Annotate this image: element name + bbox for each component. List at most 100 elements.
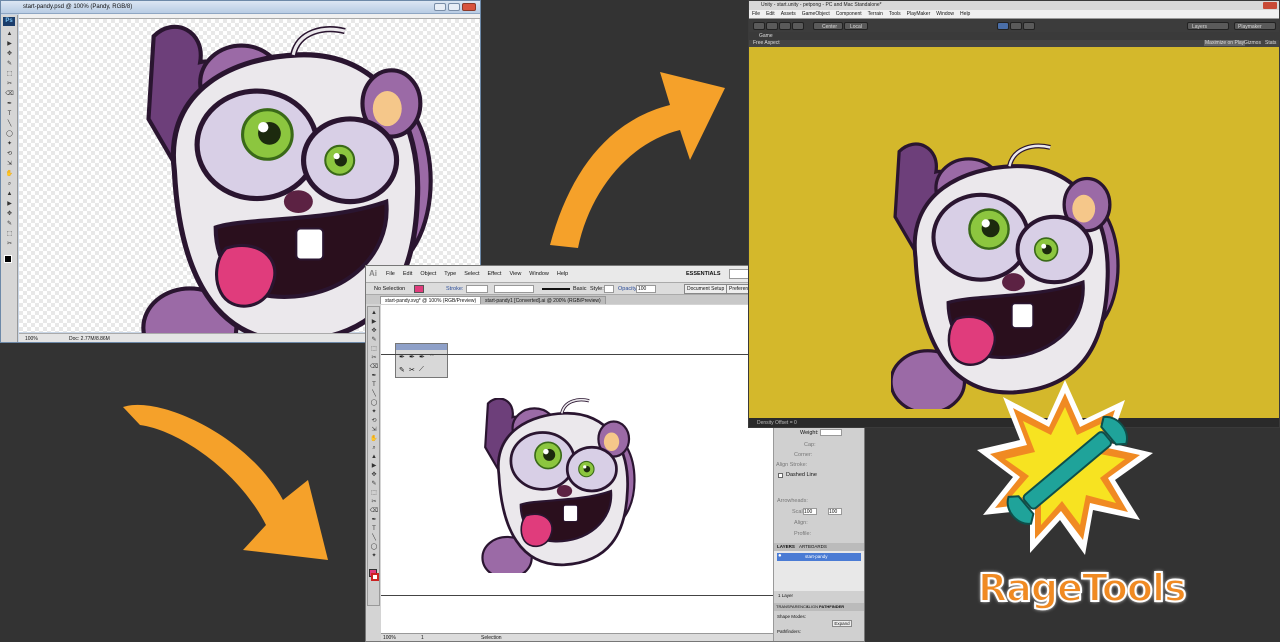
- game-viewport[interactable]: [749, 47, 1279, 418]
- expand-button[interactable]: Expand: [832, 620, 852, 627]
- toolbox-tool-icon[interactable]: ╲: [3, 119, 16, 129]
- toolbox-tool-icon[interactable]: ✥: [369, 471, 379, 480]
- toolbox-tool-icon[interactable]: ▲: [3, 189, 16, 199]
- toolbox-tool-icon[interactable]: T: [369, 525, 379, 534]
- menu-assets[interactable]: Assets: [781, 11, 796, 17]
- menu-component[interactable]: Component: [836, 11, 862, 17]
- toolbox-tool-icon[interactable]: ✦: [369, 408, 379, 417]
- toolbox-tool-icon[interactable]: ⇲: [3, 159, 16, 169]
- aspect-dropdown[interactable]: Free Aspect: [753, 40, 780, 46]
- scale-tool-button[interactable]: [792, 22, 804, 30]
- maximize-button[interactable]: [448, 3, 460, 11]
- tab-layers[interactable]: LAYERS: [777, 544, 795, 549]
- toolbox-tool-icon[interactable]: ✒: [3, 99, 16, 109]
- toolbox-tool-icon[interactable]: T: [369, 381, 379, 390]
- toolbox-tool-icon[interactable]: ⇲: [369, 426, 379, 435]
- tab-start-pandy1-ai[interactable]: start-pandy1 [Converted].ai @ 200% (RGB/…: [480, 296, 606, 304]
- tab-artboards[interactable]: ARTBOARDS: [799, 544, 827, 549]
- stats-toggle[interactable]: Stats: [1265, 40, 1276, 46]
- maximize-on-play-toggle[interactable]: Maximize on Play: [1204, 40, 1246, 46]
- toolbox-tool-icon[interactable]: ⟲: [3, 149, 16, 159]
- layers-dropdown[interactable]: Layers: [1187, 22, 1229, 30]
- toolbox-tool-icon[interactable]: ✎: [369, 480, 379, 489]
- toolbox-tool-icon[interactable]: ✂: [3, 79, 16, 89]
- tab-transparency[interactable]: TRANSPARENCY: [776, 604, 809, 609]
- zoom-level[interactable]: 100%: [383, 635, 396, 641]
- toolbox-tool-icon[interactable]: ⌕: [3, 179, 16, 189]
- toolbox-tool-icon[interactable]: ✂: [3, 239, 16, 249]
- menu-gameobject[interactable]: GameObject: [802, 11, 830, 17]
- brush-definition[interactable]: Basic: [573, 286, 586, 292]
- play-button[interactable]: [997, 22, 1009, 30]
- menu-edit[interactable]: Edit: [403, 271, 412, 277]
- toolbox-tool-icon[interactable]: ✂: [369, 498, 379, 507]
- zoom-level[interactable]: 100%: [25, 336, 38, 342]
- toolbox-tool-icon[interactable]: ▶: [3, 199, 16, 209]
- scissors-icon[interactable]: ✂: [409, 366, 415, 374]
- move-tool-button[interactable]: [766, 22, 778, 30]
- toolbox-tool-icon[interactable]: ▲: [3, 29, 16, 39]
- menu-window[interactable]: Window: [529, 271, 549, 277]
- foreground-color-swatch[interactable]: [4, 255, 12, 263]
- scale-end-input[interactable]: 100: [828, 508, 842, 515]
- toolbox-tool-icon[interactable]: ✎: [369, 336, 379, 345]
- menu-object[interactable]: Object: [420, 271, 436, 277]
- toolbox-tool-icon[interactable]: ✋: [3, 169, 16, 179]
- menu-file[interactable]: File: [752, 11, 760, 17]
- close-button[interactable]: [1263, 2, 1277, 9]
- menu-tools[interactable]: Tools: [889, 11, 901, 17]
- toolbox-tool-icon[interactable]: ◯: [369, 399, 379, 408]
- toolbox-tool-icon[interactable]: ✎: [3, 59, 16, 69]
- pause-button[interactable]: [1010, 22, 1022, 30]
- toolbox-tool-icon[interactable]: ◯: [369, 543, 379, 552]
- menu-help[interactable]: Help: [557, 271, 568, 277]
- search-field[interactable]: [729, 269, 749, 279]
- menu-edit[interactable]: Edit: [766, 11, 775, 17]
- layout-dropdown[interactable]: Playmaker: [1234, 22, 1276, 30]
- toolbox-tool-icon[interactable]: ✎: [3, 219, 16, 229]
- toolbox-tool-icon[interactable]: ✥: [3, 49, 16, 59]
- toolbox-tool-icon[interactable]: ⬚: [369, 345, 379, 354]
- variable-width-field[interactable]: [494, 285, 534, 293]
- layer-row[interactable]: ● start-pandy: [777, 553, 861, 561]
- rotate-tool-button[interactable]: [779, 22, 791, 30]
- toolbox-tool-icon[interactable]: ⬚: [3, 69, 16, 79]
- step-button[interactable]: [1023, 22, 1035, 30]
- visibility-eye-icon[interactable]: ●: [778, 553, 782, 559]
- minimize-button[interactable]: [434, 3, 446, 11]
- toolbox-tool-icon[interactable]: ✒: [369, 372, 379, 381]
- scale-start-input[interactable]: 100: [803, 508, 817, 515]
- menu-terrain[interactable]: Terrain: [868, 11, 883, 17]
- toolbox-tool-icon[interactable]: ◯: [3, 129, 16, 139]
- tab-pathfinder[interactable]: PATHFINDER: [819, 604, 844, 609]
- toolbox-tool-icon[interactable]: ⬚: [3, 229, 16, 239]
- menu-view[interactable]: View: [509, 271, 521, 277]
- hand-tool-button[interactable]: [753, 22, 765, 30]
- fill-swatch[interactable]: [414, 285, 424, 293]
- toolbox-tool-icon[interactable]: ✥: [369, 327, 379, 336]
- pivot-toggle[interactable]: Center: [813, 22, 843, 30]
- floating-tools-palette[interactable]: ✒ ✒ ✒ ⌃ ✎ ✂ ⟋: [395, 343, 448, 378]
- style-picker[interactable]: [604, 285, 614, 293]
- menu-type[interactable]: Type: [444, 271, 456, 277]
- toolbox-tool-icon[interactable]: ⬚: [369, 489, 379, 498]
- stroke-weight-field[interactable]: [466, 285, 488, 293]
- tab-game[interactable]: Game: [759, 33, 773, 39]
- toolbox-tool-icon[interactable]: ╲: [369, 390, 379, 399]
- toolbox-tool-icon[interactable]: ⌫: [3, 89, 16, 99]
- toolbox-tool-icon[interactable]: ▶: [369, 318, 379, 327]
- menu-select[interactable]: Select: [464, 271, 479, 277]
- space-toggle[interactable]: Local: [844, 22, 868, 30]
- menu-effect[interactable]: Effect: [488, 271, 502, 277]
- toolbox-tool-icon[interactable]: ✒: [369, 516, 379, 525]
- toolbox-tool-icon[interactable]: ⌕: [369, 444, 379, 453]
- tab-align[interactable]: ALIGN: [806, 604, 818, 609]
- toolbox-tool-icon[interactable]: ▲: [369, 453, 379, 462]
- dashed-line-checkbox[interactable]: [778, 473, 783, 478]
- toolbox-tool-icon[interactable]: ▶: [369, 462, 379, 471]
- knife-icon[interactable]: ⟋: [419, 366, 424, 374]
- toolbox-tool-icon[interactable]: ✦: [3, 139, 16, 149]
- toolbox-tool-icon[interactable]: ▲: [369, 309, 379, 318]
- stroke-weight-input[interactable]: [820, 429, 842, 436]
- opacity-field[interactable]: 100: [636, 285, 656, 293]
